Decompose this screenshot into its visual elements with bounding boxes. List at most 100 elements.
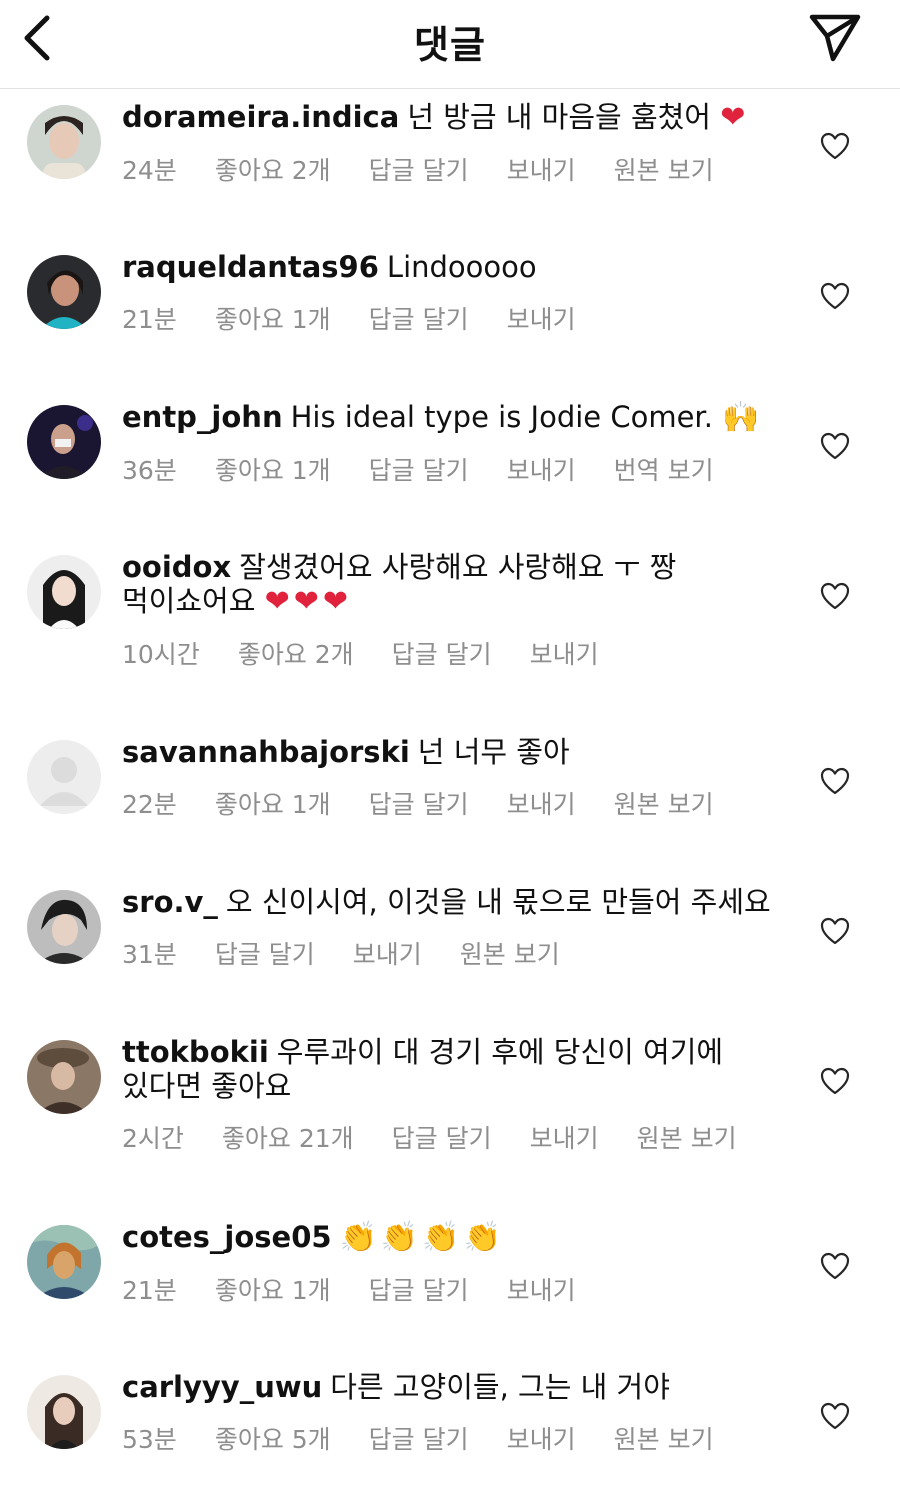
heart-outline-icon bbox=[820, 282, 850, 310]
like-button[interactable] bbox=[815, 276, 855, 316]
comment-text: Lindooooo bbox=[386, 250, 537, 284]
heart-outline-icon bbox=[820, 1067, 850, 1095]
send-link[interactable]: 보내기 bbox=[530, 635, 599, 671]
like-button[interactable] bbox=[815, 126, 855, 166]
send-link[interactable]: 보내기 bbox=[530, 1119, 599, 1155]
see-original-link[interactable]: 원본 보기 bbox=[614, 151, 714, 187]
reply-link[interactable]: 답글 달기 bbox=[392, 1119, 492, 1155]
username[interactable]: entp_john bbox=[122, 400, 283, 434]
comment-text: 넌 너무 좋아 bbox=[417, 735, 570, 769]
heart-emoji: ❤ bbox=[720, 100, 750, 135]
heart-outline-icon bbox=[820, 917, 850, 945]
heart-outline-icon bbox=[820, 1252, 850, 1280]
timestamp: 31분 bbox=[122, 940, 177, 969]
comment-body: raqueldantas96 Lindooooo 21분 좋아요 1개 답글 달기… bbox=[122, 250, 772, 336]
share-button[interactable] bbox=[806, 10, 864, 66]
like-button[interactable] bbox=[815, 911, 855, 951]
avatar[interactable] bbox=[27, 405, 101, 479]
comment-text: 다른 고양이들, 그는 내 거야 bbox=[330, 1370, 670, 1404]
likes-count[interactable]: 좋아요 1개 bbox=[215, 451, 331, 487]
timestamp: 36분 bbox=[122, 456, 177, 485]
comment-body: carlyyy_uwu 다른 고양이들, 그는 내 거야 53분 좋아요 5개 답… bbox=[122, 1370, 772, 1456]
send-link[interactable]: 보내기 bbox=[507, 451, 576, 487]
reply-link[interactable]: 답글 달기 bbox=[369, 151, 469, 187]
heart-outline-icon bbox=[820, 767, 850, 795]
timestamp: 10시간 bbox=[122, 640, 200, 669]
likes-count[interactable]: 좋아요 1개 bbox=[215, 300, 331, 336]
clapping-hands-emoji: 👏👏👏👏 bbox=[339, 1220, 505, 1255]
see-original-link[interactable]: 원본 보기 bbox=[614, 785, 714, 821]
likes-count[interactable]: 좋아요 2개 bbox=[238, 635, 354, 671]
like-button[interactable] bbox=[815, 761, 855, 801]
send-link[interactable]: 보내기 bbox=[507, 1271, 576, 1307]
heart-outline-icon bbox=[820, 132, 850, 160]
comment-body: ttokbokii 우루과이 대 경기 후에 당신이 여기에 있다면 좋아요 2시… bbox=[122, 1035, 772, 1155]
see-translation-link[interactable]: 번역 보기 bbox=[614, 451, 714, 487]
username[interactable]: savannahbajorski bbox=[122, 735, 410, 769]
likes-count[interactable]: 좋아요 2개 bbox=[215, 151, 331, 187]
reply-link[interactable]: 답글 달기 bbox=[369, 1420, 469, 1456]
reply-link[interactable]: 답글 달기 bbox=[215, 935, 315, 971]
reply-link[interactable]: 답글 달기 bbox=[392, 635, 492, 671]
avatar[interactable] bbox=[27, 555, 101, 629]
reply-link[interactable]: 답글 달기 bbox=[369, 785, 469, 821]
timestamp: 53분 bbox=[122, 1425, 177, 1454]
timestamp: 2시간 bbox=[122, 1124, 184, 1153]
comment-text: His ideal type is Jodie Comer. bbox=[290, 400, 713, 434]
page-title: 댓글 bbox=[414, 23, 486, 67]
username[interactable]: dorameira.indica bbox=[122, 100, 399, 134]
send-link[interactable]: 보내기 bbox=[507, 785, 576, 821]
comment-text: 넌 방금 내 마음을 훔쳤어 bbox=[407, 100, 711, 134]
username[interactable]: ooidox bbox=[122, 550, 231, 584]
timestamp: 21분 bbox=[122, 305, 177, 334]
likes-count[interactable]: 좋아요 5개 bbox=[215, 1420, 331, 1456]
likes-count[interactable]: 좋아요 21개 bbox=[222, 1119, 354, 1155]
avatar[interactable] bbox=[27, 105, 101, 179]
comment-body: savannahbajorski 넌 너무 좋아 22분 좋아요 1개 답글 달기… bbox=[122, 735, 772, 821]
comment-text: 오 신이시여, 이것을 내 몫으로 만들어 주세요 bbox=[225, 885, 771, 919]
heart-emoji: ❤❤❤ bbox=[264, 584, 353, 619]
like-button[interactable] bbox=[815, 1396, 855, 1436]
paper-plane-icon bbox=[809, 14, 861, 62]
like-button[interactable] bbox=[815, 1061, 855, 1101]
see-original-link[interactable]: 원본 보기 bbox=[637, 1119, 737, 1155]
send-link[interactable]: 보내기 bbox=[507, 1420, 576, 1456]
see-original-link[interactable]: 원본 보기 bbox=[460, 935, 560, 971]
avatar[interactable] bbox=[27, 1225, 101, 1299]
username[interactable]: sro.v_ bbox=[122, 885, 218, 919]
username[interactable]: ttokbokii bbox=[122, 1035, 269, 1069]
username[interactable]: cotes_jose05 bbox=[122, 1220, 332, 1254]
see-original-link[interactable]: 원본 보기 bbox=[614, 1420, 714, 1456]
top-bar: 댓글 bbox=[0, 0, 900, 89]
avatar[interactable] bbox=[27, 1375, 101, 1449]
reply-link[interactable]: 답글 달기 bbox=[369, 1271, 469, 1307]
send-link[interactable]: 보내기 bbox=[353, 935, 422, 971]
timestamp: 21분 bbox=[122, 1276, 177, 1305]
like-button[interactable] bbox=[815, 426, 855, 466]
heart-outline-icon bbox=[820, 1402, 850, 1430]
like-button[interactable] bbox=[815, 1246, 855, 1286]
reply-link[interactable]: 답글 달기 bbox=[369, 451, 469, 487]
timestamp: 24분 bbox=[122, 156, 177, 185]
comment-body: cotes_jose05 👏👏👏👏 21분 좋아요 1개 답글 달기 보내기 bbox=[122, 1220, 772, 1307]
raised-hands-emoji: 🙌 bbox=[722, 400, 764, 435]
send-link[interactable]: 보내기 bbox=[507, 300, 576, 336]
username[interactable]: raqueldantas96 bbox=[122, 250, 379, 284]
comment-body: ooidox 잘생겼어요 사랑해요 사랑해요 ㅜ 짱 먹이쇼어요 ❤❤❤ 10시간… bbox=[122, 550, 772, 671]
reply-link[interactable]: 답글 달기 bbox=[369, 300, 469, 336]
avatar[interactable] bbox=[27, 255, 101, 329]
username[interactable]: carlyyy_uwu bbox=[122, 1370, 322, 1404]
like-button[interactable] bbox=[815, 576, 855, 616]
likes-count[interactable]: 좋아요 1개 bbox=[215, 1271, 331, 1307]
comment-body: sro.v_ 오 신이시여, 이것을 내 몫으로 만들어 주세요 31분 답글 달… bbox=[122, 885, 772, 971]
heart-outline-icon bbox=[820, 432, 850, 460]
send-link[interactable]: 보내기 bbox=[507, 151, 576, 187]
avatar[interactable] bbox=[27, 890, 101, 964]
avatar[interactable] bbox=[27, 1040, 101, 1114]
comment-body: dorameira.indica 넌 방금 내 마음을 훔쳤어 ❤ 24분 좋아요… bbox=[122, 100, 772, 187]
heart-outline-icon bbox=[820, 582, 850, 610]
comment-body: entp_john His ideal type is Jodie Comer. … bbox=[122, 400, 772, 487]
avatar[interactable] bbox=[27, 740, 101, 814]
timestamp: 22분 bbox=[122, 790, 177, 819]
likes-count[interactable]: 좋아요 1개 bbox=[215, 785, 331, 821]
